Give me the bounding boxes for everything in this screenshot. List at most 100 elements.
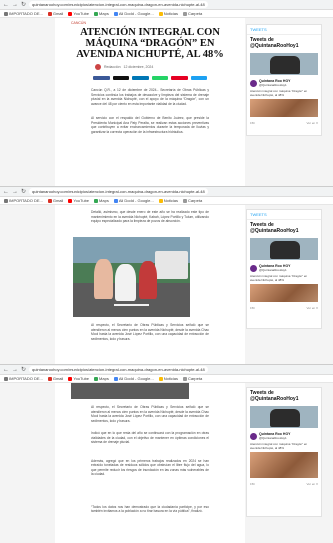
facebook-share-button[interactable]: [93, 76, 110, 80]
tweet-footer: 15h Ver en X: [250, 306, 318, 310]
bookmarks-bar: IMPORTADO DE... Gmail YouTube Maps Ali D…: [0, 197, 333, 205]
view-on-x-link[interactable]: Ver en X: [306, 121, 318, 125]
address-bar[interactable]: quintanaroohoy.com/municipios/atencion-i…: [29, 366, 208, 373]
avatar: [250, 79, 257, 87]
reload-icon[interactable]: ↻: [21, 2, 26, 8]
article-title: ATENCIÓN INTEGRAL CON MÁQUINA “DRAGÓN” E…: [76, 27, 224, 60]
tweet-text: Atención integral con máquina “Dragón” e…: [250, 89, 308, 97]
screenshot-top: ← → ↻ quintanaroohoy.com/municipios/aten…: [0, 0, 333, 188]
back-icon[interactable]: ←: [3, 367, 9, 373]
twitter-widget: TWEETS Tweets de @QuintanaRooHoy1 Quinta…: [246, 209, 322, 329]
bookmark[interactable]: Gmail: [47, 198, 63, 203]
widget-title[interactable]: Tweets de @QuintanaRooHoy1: [247, 388, 321, 404]
article-date: 12 diciembre, 2024: [123, 65, 154, 69]
bookmark[interactable]: YouTube: [68, 376, 89, 381]
reload-icon[interactable]: ↻: [21, 189, 26, 195]
x-share-button[interactable]: [112, 76, 129, 80]
article-column: CANCÚN ATENCIÓN INTEGRAL CON MÁQUINA “DR…: [55, 18, 245, 188]
bookmark[interactable]: Ali Dodd - Google...: [113, 11, 154, 16]
bookmark[interactable]: Noticias: [158, 376, 178, 381]
pinterest-share-button[interactable]: [171, 76, 188, 80]
widget-header: TWEETS: [247, 25, 321, 35]
article-paragraph: “Todos los datos nos han demostrado que …: [91, 504, 209, 514]
browser-toolbar: ← → ↻ quintanaroohoy.com/municipios/aten…: [0, 365, 333, 375]
bookmark[interactable]: YouTube: [68, 198, 89, 203]
tweet-author[interactable]: Quintana Roo HOY @QuintanaRooHoy1: [247, 77, 321, 89]
forward-icon[interactable]: →: [12, 2, 18, 8]
widget-title[interactable]: Tweets de @QuintanaRooHoy1: [247, 35, 321, 51]
view-on-x-link[interactable]: Ver en X: [306, 306, 318, 310]
tweet-footer: 15h Ver en X: [250, 482, 318, 486]
page-viewport: Detalló, asimismo, que desde enero de es…: [0, 205, 333, 364]
widget-banner: [250, 53, 318, 75]
bookmark[interactable]: IMPORTADO DE...: [4, 198, 43, 203]
twitter-widget: TWEETS Tweets de @QuintanaRooHoy1 Quinta…: [246, 24, 322, 136]
article-photo[interactable]: [71, 383, 189, 399]
bookmark[interactable]: Gmail: [47, 11, 63, 16]
bookmark[interactable]: Gmail: [47, 376, 63, 381]
bookmark[interactable]: Carpeta: [182, 11, 202, 16]
article-paragraph: Además, agregó que en los primeros traba…: [91, 458, 209, 477]
bookmark[interactable]: Carpeta: [182, 198, 202, 203]
bookmark[interactable]: Maps: [94, 376, 109, 381]
widget-title[interactable]: Tweets de @QuintanaRooHoy1: [247, 220, 321, 236]
article-lead: Cancún Q.R., a 12 de diciembre de 2024.-…: [91, 88, 209, 106]
bookmark[interactable]: IMPORTADO DE...: [4, 11, 43, 16]
screenshot-middle: ← → ↻ quintanaroohoy.com/municipios/aten…: [0, 186, 333, 364]
article-paragraph: Al servicio con el respaldo del Gobierno…: [91, 116, 209, 134]
tweet-photo[interactable]: [250, 452, 318, 478]
author-name[interactable]: Redacción: [104, 65, 121, 69]
screenshot-bottom: ← → ↻ quintanaroohoy.com/municipios/aten…: [0, 364, 333, 543]
bookmark[interactable]: Maps: [94, 11, 109, 16]
telegram-share-button[interactable]: [190, 76, 207, 80]
linkedin-share-button[interactable]: [132, 76, 149, 80]
article-paragraph: Indicó que en lo que resta del año se co…: [91, 431, 209, 444]
twitter-widget: Tweets de @QuintanaRooHoy1 Quintana Roo …: [246, 387, 322, 517]
page-viewport: CANCÚN ATENCIÓN INTEGRAL CON MÁQUINA “DR…: [0, 18, 333, 188]
bookmarks-bar: IMPORTADO DE... Gmail YouTube Maps Ali D…: [0, 10, 333, 18]
article-photo[interactable]: [73, 237, 190, 317]
article-paragraph: Detalló, asimismo, que desde enero de es…: [91, 210, 209, 223]
article-column: Detalló, asimismo, que desde enero de es…: [55, 205, 245, 364]
back-icon[interactable]: ←: [3, 189, 9, 195]
back-icon[interactable]: ←: [3, 2, 9, 8]
category-label[interactable]: CANCÚN: [55, 18, 245, 25]
page-viewport: Al respecto, el Secretario de Obras Públ…: [0, 383, 333, 543]
tweet-text: Atención integral con máquina “Dragón” e…: [250, 442, 308, 450]
article-column: Al respecto, el Secretario de Obras Públ…: [55, 383, 245, 543]
article-paragraph: Al respecto, el Secretario de Obras Públ…: [91, 323, 209, 341]
share-buttons: [55, 74, 245, 82]
author-avatar: [95, 64, 101, 70]
bookmark[interactable]: Ali Dodd - Google...: [113, 198, 154, 203]
tweet-footer: 15h Ver en X: [250, 121, 318, 125]
whatsapp-share-button[interactable]: [151, 76, 168, 80]
avatar: [250, 432, 257, 440]
bookmark[interactable]: IMPORTADO DE...: [4, 376, 43, 381]
address-bar[interactable]: quintanaroohoy.com/municipios/atencion-i…: [29, 188, 208, 195]
tweet-photo[interactable]: [250, 284, 318, 302]
widget-header: TWEETS: [247, 210, 321, 220]
bookmarks-bar: IMPORTADO DE... Gmail YouTube Maps Ali D…: [0, 375, 333, 383]
bookmark[interactable]: YouTube: [68, 11, 89, 16]
bookmark[interactable]: Ali Dodd - Google...: [113, 376, 154, 381]
bookmark[interactable]: Carpeta: [182, 376, 202, 381]
avatar: [250, 264, 257, 272]
view-on-x-link[interactable]: Ver en X: [306, 482, 318, 486]
bookmark[interactable]: Maps: [94, 198, 109, 203]
browser-toolbar: ← → ↻ quintanaroohoy.com/municipios/aten…: [0, 0, 333, 10]
widget-banner: [250, 238, 318, 260]
article-paragraph: Al respecto, el Secretario de Obras Públ…: [91, 405, 209, 423]
tweet-author[interactable]: Quintana Roo HOY @QuintanaRooHoy1: [247, 262, 321, 274]
reload-icon[interactable]: ↻: [21, 367, 26, 373]
widget-banner: [250, 406, 318, 428]
forward-icon[interactable]: →: [12, 367, 18, 373]
browser-toolbar: ← → ↻ quintanaroohoy.com/municipios/aten…: [0, 187, 333, 197]
tweet-photo[interactable]: [250, 99, 318, 117]
tweet-author[interactable]: Quintana Roo HOY @QuintanaRooHoy1: [247, 430, 321, 442]
bookmark[interactable]: Noticias: [158, 198, 178, 203]
tweet-text: Atención integral con máquina “Dragón” e…: [250, 274, 308, 282]
address-bar[interactable]: quintanaroohoy.com/municipios/atencion-i…: [29, 1, 208, 8]
forward-icon[interactable]: →: [12, 189, 18, 195]
bookmark[interactable]: Noticias: [158, 11, 178, 16]
author-row: Redacción 12 diciembre, 2024: [55, 60, 245, 74]
